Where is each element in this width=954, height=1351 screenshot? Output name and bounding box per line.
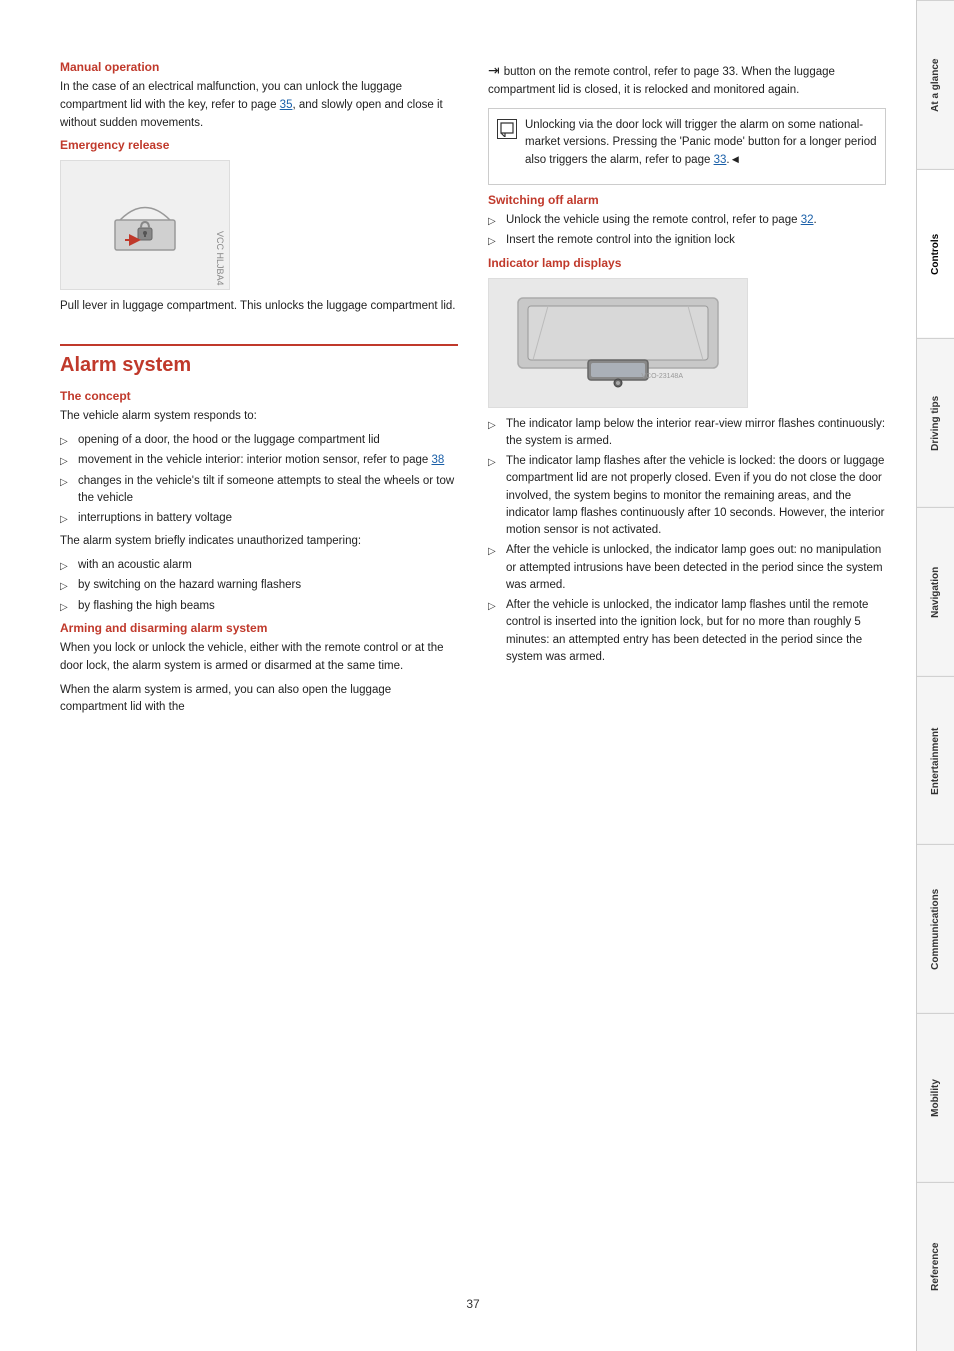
note-box: Unlocking via the door lock will trigger… bbox=[488, 108, 886, 185]
concept-intro: The vehicle alarm system responds to: bbox=[60, 408, 458, 426]
link-page35[interactable]: 35 bbox=[280, 99, 293, 111]
arming-section: Arming and disarming alarm system When y… bbox=[60, 621, 458, 717]
emergency-release-title: Emergency release bbox=[60, 138, 458, 152]
switching-text-1: Unlock the vehicle using the remote cont… bbox=[506, 212, 817, 229]
bullet-item-3: ▷ changes in the vehicle's tilt if someo… bbox=[60, 473, 458, 508]
tampering-text-2: by switching on the hazard warning flash… bbox=[78, 577, 301, 594]
emergency-release-section: Emergency release bbox=[60, 138, 458, 316]
arming-body-1: When you lock or unlock the vehicle, eit… bbox=[60, 640, 458, 676]
indicator-item-4: ▷ After the vehicle is unlocked, the ind… bbox=[488, 597, 886, 666]
svg-text:VCO-23148A: VCO-23148A bbox=[641, 373, 683, 380]
indicator-title: Indicator lamp displays bbox=[488, 256, 886, 270]
bullet-text-2: movement in the vehicle interior: interi… bbox=[78, 452, 444, 469]
emergency-image: VCC HLJBA4 bbox=[60, 160, 230, 290]
tampering-item-1: ▷ with an acoustic alarm bbox=[60, 557, 458, 574]
emergency-release-caption: Pull lever in luggage compartment. This … bbox=[60, 298, 458, 316]
indicator-arrow-3: ▷ bbox=[488, 544, 498, 559]
note-icon bbox=[497, 119, 517, 139]
indicator-item-3: ▷ After the vehicle is unlocked, the ind… bbox=[488, 542, 886, 594]
bullet-arrow-2: ▷ bbox=[60, 454, 70, 469]
bullet-item-2: ▷ movement in the vehicle interior: inte… bbox=[60, 452, 458, 469]
page-number: 37 bbox=[60, 1297, 886, 1311]
switching-arrow-1: ▷ bbox=[488, 214, 498, 229]
intro-text-1: button on the remote control, refer to p… bbox=[488, 66, 835, 96]
indicator-arrow-2: ▷ bbox=[488, 455, 498, 470]
tampering-item-2: ▷ by switching on the hazard warning fla… bbox=[60, 577, 458, 594]
switching-text-2: Insert the remote control into the ignit… bbox=[506, 232, 735, 249]
arming-title: Arming and disarming alarm system bbox=[60, 621, 458, 635]
switching-off-list: ▷ Unlock the vehicle using the remote co… bbox=[488, 212, 886, 250]
note-text: Unlocking via the door lock will trigger… bbox=[525, 117, 877, 170]
bullet-item-4: ▷ interruptions in battery voltage bbox=[60, 510, 458, 527]
sidebar-tab-mobility[interactable]: Mobility bbox=[917, 1013, 954, 1182]
manual-operation-title: Manual operation bbox=[60, 60, 458, 74]
concept-bullet-list: ▷ opening of a door, the hood or the lug… bbox=[60, 432, 458, 527]
indicator-image: VCO-23148A bbox=[488, 278, 748, 408]
bullet-text-3: changes in the vehicle's tilt if someone… bbox=[78, 473, 458, 508]
indicator-text-2: The indicator lamp flashes after the veh… bbox=[506, 453, 886, 539]
switching-off-item-1: ▷ Unlock the vehicle using the remote co… bbox=[488, 212, 886, 229]
main-content: Manual operation In the case of an elect… bbox=[0, 0, 916, 1351]
page-container: Manual operation In the case of an elect… bbox=[0, 0, 954, 1351]
switching-off-section: Switching off alarm ▷ Unlock the vehicle… bbox=[488, 193, 886, 250]
sidebar-tab-reference[interactable]: Reference bbox=[917, 1182, 954, 1351]
bullet-item-1: ▷ opening of a door, the hood or the lug… bbox=[60, 432, 458, 449]
sidebar-tab-entertainment[interactable]: Entertainment bbox=[917, 676, 954, 845]
link-page33b[interactable]: 33 bbox=[714, 154, 727, 166]
bullet-arrow-4: ▷ bbox=[60, 512, 70, 527]
tampering-arrow-1: ▷ bbox=[60, 559, 70, 574]
sidebar-tab-navigation[interactable]: Navigation bbox=[917, 507, 954, 676]
bullet-text-1: opening of a door, the hood or the lugga… bbox=[78, 432, 380, 449]
switching-arrow-2: ▷ bbox=[488, 234, 498, 249]
indicator-text-3: After the vehicle is unlocked, the indic… bbox=[506, 542, 886, 594]
indicator-text-1: The indicator lamp below the interior re… bbox=[506, 416, 886, 451]
switching-off-title: Switching off alarm bbox=[488, 193, 886, 207]
indicator-text-4: After the vehicle is unlocked, the indic… bbox=[506, 597, 886, 666]
manual-operation-section: Manual operation In the case of an elect… bbox=[60, 60, 458, 132]
indicator-arrow-4: ▷ bbox=[488, 599, 498, 614]
right-column: ⇥button on the remote control, refer to … bbox=[488, 60, 886, 1277]
right-intro: ⇥button on the remote control, refer to … bbox=[488, 60, 886, 100]
bullet-arrow-1: ▷ bbox=[60, 434, 70, 449]
concept-section: The concept The vehicle alarm system res… bbox=[60, 389, 458, 615]
remote-icon: ⇥ bbox=[488, 62, 500, 78]
bullet-arrow-3: ▷ bbox=[60, 475, 70, 490]
indicator-item-2: ▷ The indicator lamp flashes after the v… bbox=[488, 453, 886, 539]
arming-body-2: When the alarm system is armed, you can … bbox=[60, 682, 458, 718]
sidebar-tab-at-a-glance[interactable]: At a glance bbox=[917, 0, 954, 169]
concept-title: The concept bbox=[60, 389, 458, 403]
indicator-list: ▷ The indicator lamp below the interior … bbox=[488, 416, 886, 667]
link-page38[interactable]: 38 bbox=[431, 454, 444, 466]
sidebar-tab-driving-tips[interactable]: Driving tips bbox=[917, 338, 954, 507]
tampering-text-1: with an acoustic alarm bbox=[78, 557, 192, 574]
right-sidebar: At a glance Controls Driving tips Naviga… bbox=[916, 0, 954, 1351]
switching-off-item-2: ▷ Insert the remote control into the ign… bbox=[488, 232, 886, 249]
sidebar-tab-communications[interactable]: Communications bbox=[917, 844, 954, 1013]
indicator-item-1: ▷ The indicator lamp below the interior … bbox=[488, 416, 886, 451]
top-section: Manual operation In the case of an elect… bbox=[60, 60, 886, 1277]
image-watermark: VCC HLJBA4 bbox=[215, 231, 225, 286]
indicator-arrow-1: ▷ bbox=[488, 418, 498, 433]
bullet-text-4: interruptions in battery voltage bbox=[78, 510, 232, 527]
sidebar-tab-controls[interactable]: Controls bbox=[917, 169, 954, 338]
left-column: Manual operation In the case of an elect… bbox=[60, 60, 458, 1277]
tampering-item-3: ▷ by flashing the high beams bbox=[60, 598, 458, 615]
link-page32[interactable]: 32 bbox=[801, 214, 814, 226]
alarm-system-title: Alarm system bbox=[60, 344, 458, 377]
tampering-arrow-3: ▷ bbox=[60, 600, 70, 615]
tampering-intro: The alarm system briefly indicates unaut… bbox=[60, 533, 458, 551]
indicator-section: Indicator lamp displays bbox=[488, 256, 886, 667]
tampering-bullet-list: ▷ with an acoustic alarm ▷ by switching … bbox=[60, 557, 458, 615]
tampering-text-3: by flashing the high beams bbox=[78, 598, 215, 615]
tampering-arrow-2: ▷ bbox=[60, 579, 70, 594]
manual-operation-body: In the case of an electrical malfunction… bbox=[60, 79, 458, 132]
